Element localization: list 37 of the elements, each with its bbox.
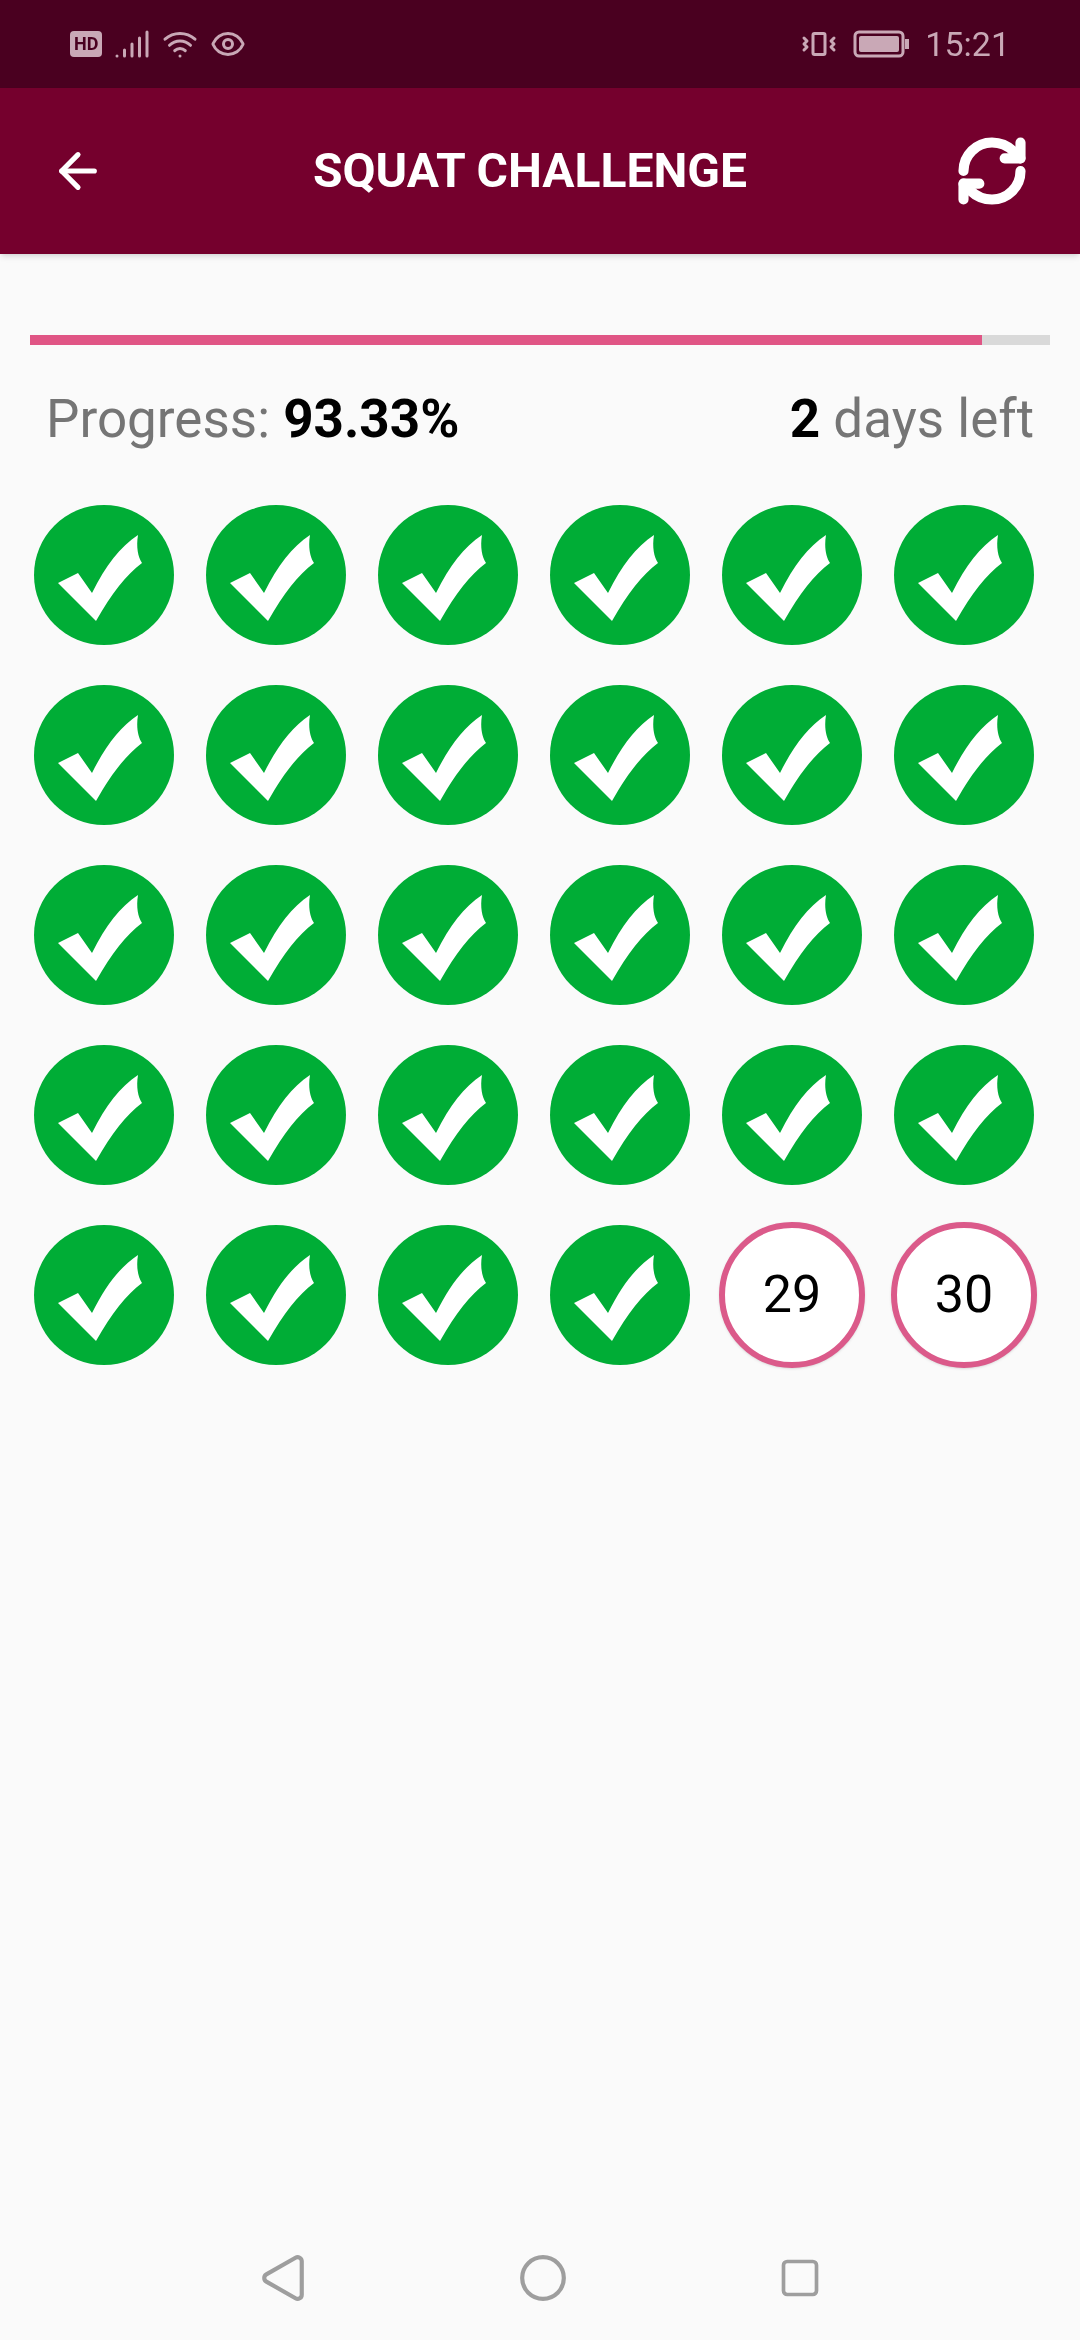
completed-day-check-icon[interactable] [722, 865, 862, 1005]
completed-day-check-icon[interactable] [722, 505, 862, 645]
completed-day-check-icon[interactable] [34, 505, 174, 645]
completed-day-check-icon[interactable] [722, 1045, 862, 1185]
completed-day-check-icon[interactable] [378, 685, 518, 825]
completed-day-check-icon[interactable] [34, 1225, 174, 1365]
clock: 15:21 [925, 22, 1010, 66]
completed-day-check-icon[interactable] [378, 1045, 518, 1185]
day-button[interactable]: 29 [719, 1222, 865, 1368]
app-title: SQUAT CHALLENGE [312, 141, 748, 201]
completed-day-check-icon[interactable] [378, 505, 518, 645]
completed-day-check-icon[interactable] [550, 685, 690, 825]
completed-day-check-icon[interactable] [722, 685, 862, 825]
completed-day-check-icon[interactable] [894, 685, 1034, 825]
completed-day-check-icon[interactable] [378, 1225, 518, 1365]
completed-day-check-icon[interactable] [894, 1045, 1034, 1185]
completed-day-check-icon[interactable] [550, 505, 690, 645]
completed-day-check-icon[interactable] [206, 1045, 346, 1185]
completed-day-check-icon[interactable] [206, 505, 346, 645]
progress-text: Progress: 93.33% [46, 389, 460, 449]
home-nav-icon[interactable] [518, 2252, 568, 2303]
completed-day-check-icon[interactable] [550, 1225, 690, 1365]
completed-day-check-icon[interactable] [550, 1045, 690, 1185]
completed-day-check-icon[interactable] [206, 1225, 346, 1365]
completed-day-check-icon[interactable] [34, 1045, 174, 1185]
hd-badge: HD [70, 31, 103, 57]
days-left-text: 2 days left [789, 389, 1034, 449]
completed-day-check-icon[interactable] [550, 865, 690, 1005]
completed-day-check-icon[interactable] [206, 865, 346, 1005]
day-button[interactable]: 30 [891, 1222, 1037, 1368]
completed-day-check-icon[interactable] [34, 865, 174, 1005]
completed-day-check-icon[interactable] [894, 865, 1034, 1005]
completed-day-check-icon[interactable] [206, 685, 346, 825]
completed-day-check-icon[interactable] [894, 505, 1034, 645]
battery-icon [853, 30, 910, 58]
completed-day-check-icon[interactable] [34, 685, 174, 825]
completed-day-check-icon[interactable] [378, 865, 518, 1005]
